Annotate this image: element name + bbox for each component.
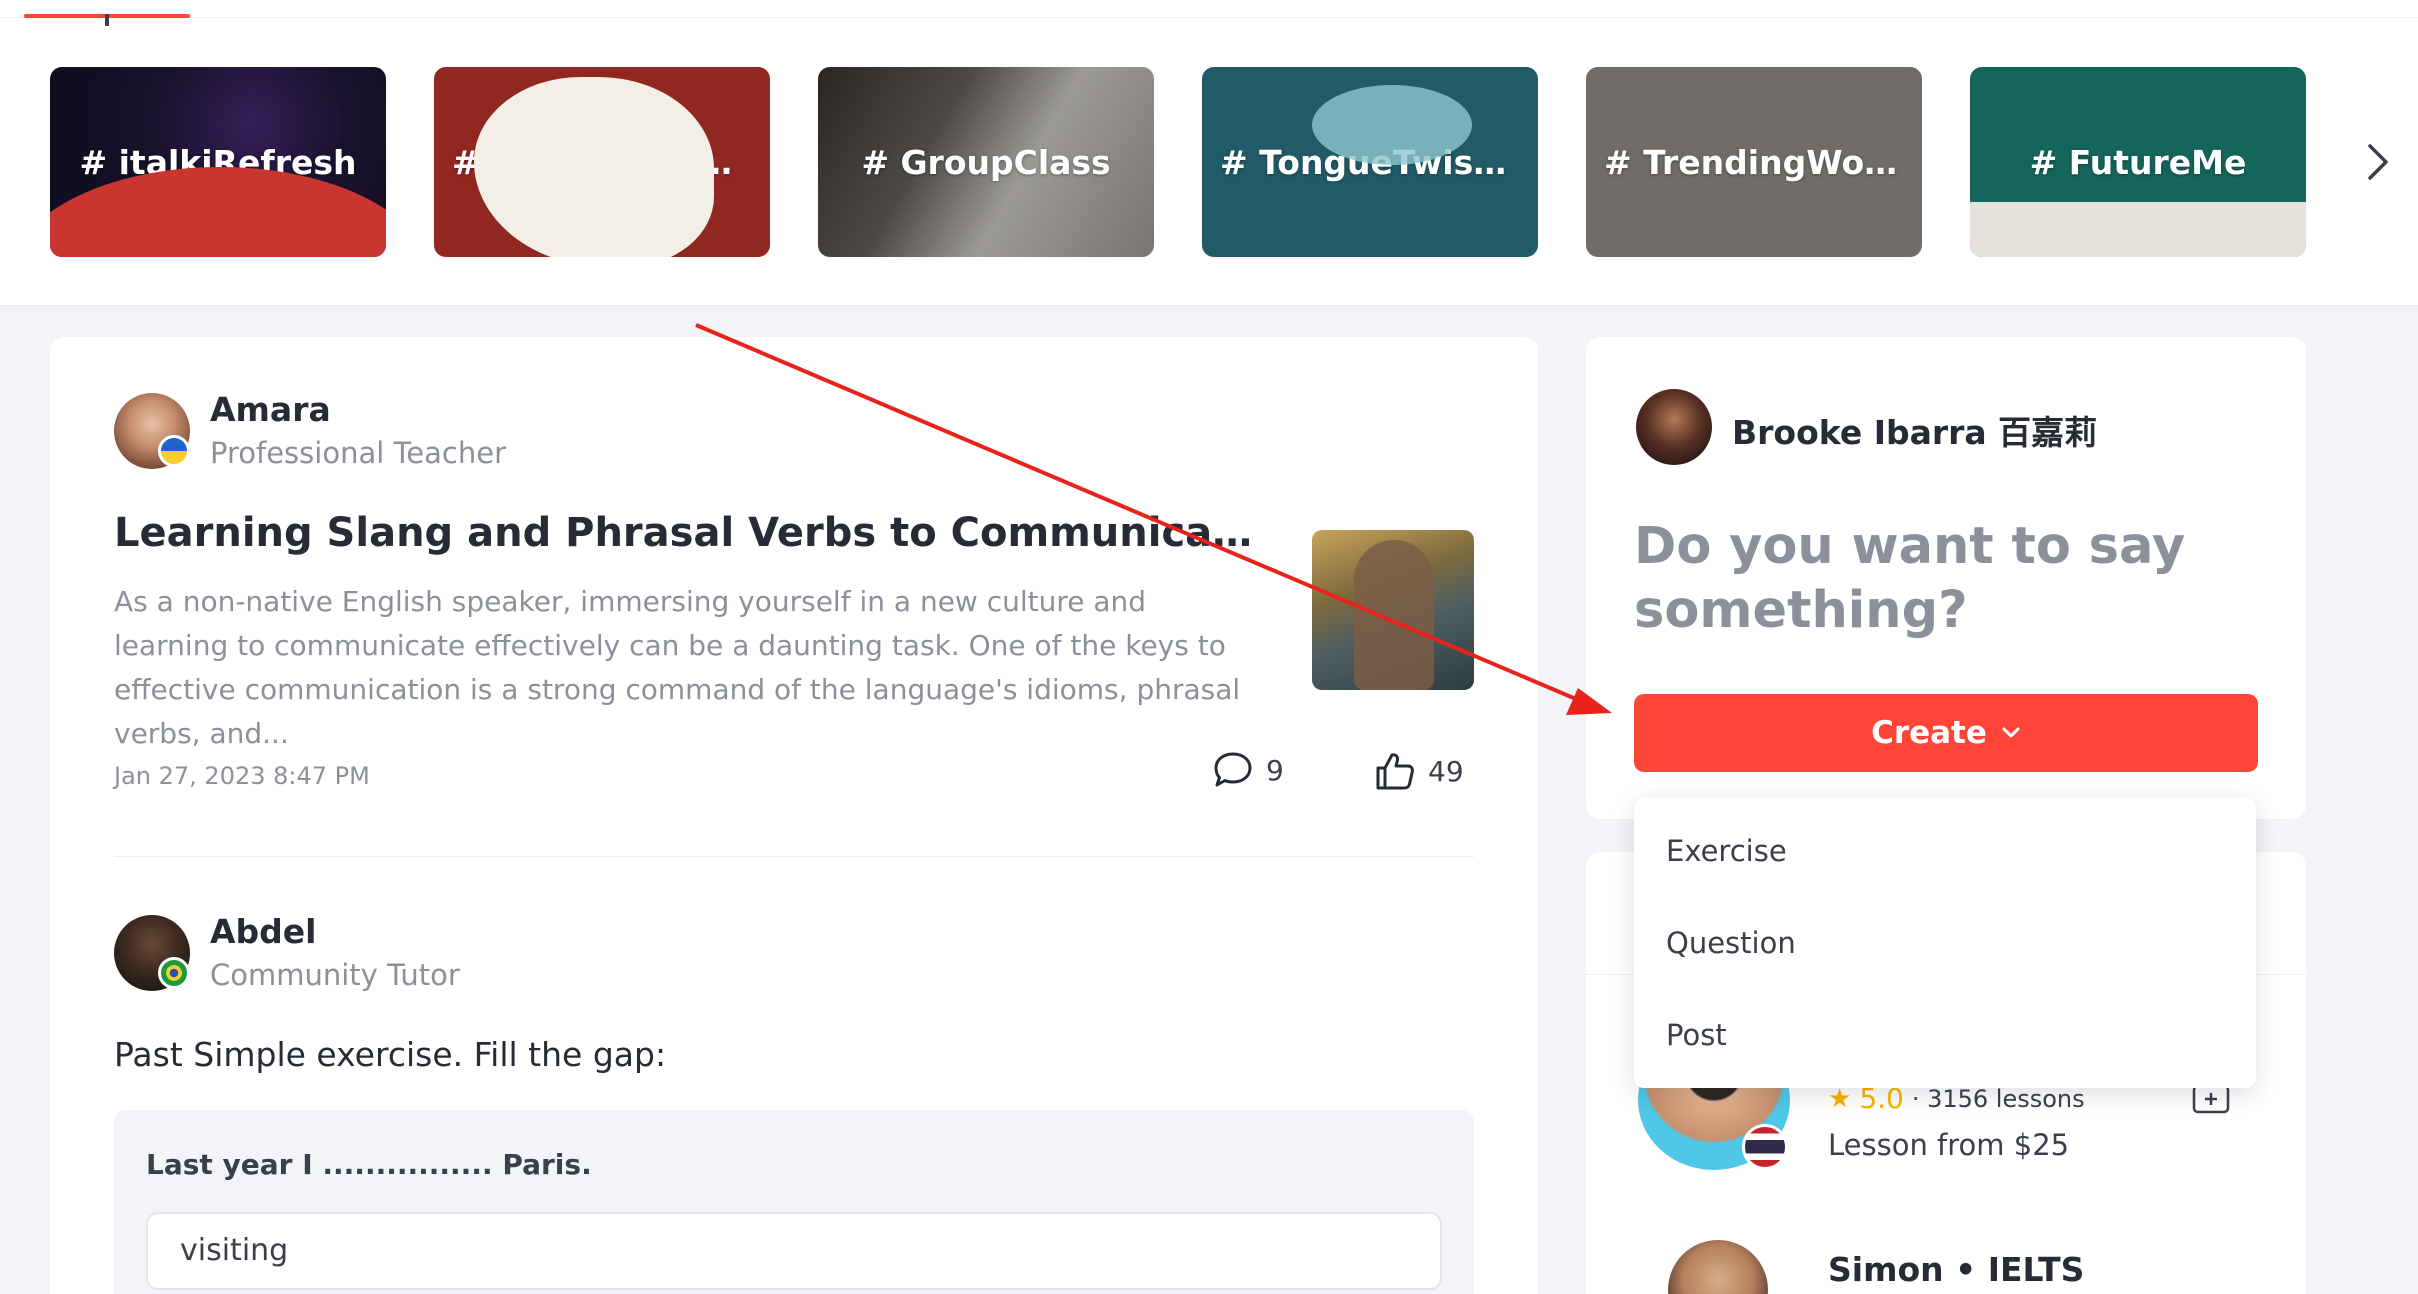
like-count: 49 — [1428, 754, 1464, 788]
post-excerpt[interactable]: As a non-native English speaker, immersi… — [114, 580, 1264, 756]
menu-item-exercise[interactable]: Exercise — [1666, 834, 1787, 868]
flag-ukraine-icon — [158, 435, 190, 467]
topic-card-futureme[interactable]: # FutureMe — [1970, 67, 2306, 257]
composer-user-name: Brooke Ibarra 百嘉莉 — [1732, 413, 2098, 452]
post-thumbnail[interactable] — [1312, 530, 1474, 690]
post-author-name[interactable]: Amara — [210, 390, 331, 429]
like-button[interactable]: 49 — [1374, 750, 1464, 792]
topic-card-tonguetwister[interactable]: # TongueTwister — [1202, 67, 1538, 257]
post-divider — [114, 856, 1474, 857]
comment-icon — [1214, 752, 1252, 787]
active-tab-label-fragment — [105, 14, 109, 26]
topic-label: # italkiLanguageC... — [452, 142, 752, 182]
topic-label: # TongueTwister — [1220, 142, 1520, 182]
topic-label: # GroupClass — [861, 142, 1111, 182]
tutor-lessons: · 3156 lessons — [1911, 1084, 2085, 1113]
post-author-role: Professional Teacher — [210, 436, 506, 470]
topic-label: # FutureMe — [2029, 142, 2247, 182]
exercise-option[interactable]: visiting — [146, 1212, 1442, 1290]
add-to-calendar-icon[interactable] — [2192, 1084, 2230, 1114]
flag-thailand-icon — [1742, 1124, 1788, 1170]
menu-item-post[interactable]: Post — [1666, 1018, 1727, 1052]
tutor-price: Lesson from $25 — [1828, 1128, 2070, 1162]
topic-label: # TrendingWords — [1604, 142, 1904, 182]
menu-item-question[interactable]: Question — [1666, 926, 1796, 960]
avatar[interactable] — [1636, 389, 1712, 465]
topic-card-italkilanguagechallenge[interactable]: # italkiLanguageC... — [434, 67, 770, 257]
comments-button[interactable]: 9 — [1212, 750, 1284, 790]
topic-card-groupclass[interactable]: # GroupClass — [818, 67, 1154, 257]
exercise-author-role: Community Tutor — [210, 958, 460, 992]
chevron-right-icon[interactable] — [2362, 140, 2392, 184]
create-menu: Exercise Question Post — [1634, 798, 2256, 1088]
thumbs-up-icon — [1376, 753, 1414, 790]
topic-label: # italkiRefresh — [79, 142, 357, 182]
composer-prompt[interactable]: Do you want to say something? — [1634, 515, 2254, 643]
exercise-author-name[interactable]: Abdel — [210, 912, 316, 951]
create-button[interactable]: Create — [1634, 694, 2258, 772]
tutor-name[interactable]: Simon • IELTS — [1828, 1250, 2084, 1289]
post-title[interactable]: Learning Slang and Phrasal Verbs to Comm… — [114, 510, 1264, 556]
exercise-question: Last year I ................ Paris. — [146, 1148, 592, 1181]
chevron-down-icon — [2002, 727, 2020, 738]
post-date: Jan 27, 2023 8:47 PM — [114, 762, 370, 790]
star-icon: ★ — [1828, 1083, 1852, 1114]
topic-card-trendingwords[interactable]: # TrendingWords — [1586, 67, 1922, 257]
exercise-text: Past Simple exercise. Fill the gap: — [114, 1035, 667, 1074]
topic-card-italkirefresh[interactable]: # italkiRefresh — [50, 67, 386, 257]
tab-bar-line — [0, 17, 2418, 18]
comment-count: 9 — [1266, 753, 1284, 787]
create-button-label: Create — [1871, 715, 1987, 751]
flag-brazil-icon — [158, 957, 190, 989]
